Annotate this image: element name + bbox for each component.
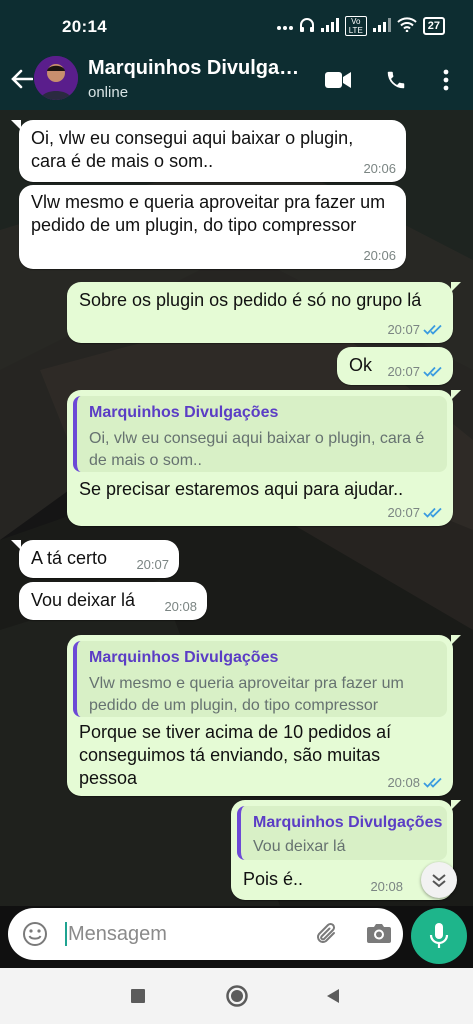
message-time: 20:07 [387,505,420,520]
double-check-icon [423,507,442,518]
message-time: 20:07 [387,322,420,337]
video-call-button[interactable] [322,64,354,96]
square-icon [131,989,145,1003]
video-camera-icon [325,72,351,88]
message-text: Porque se tiver acima de 10 pedidos aí c… [79,722,392,788]
quoted-sender: Marquinhos Divulgações [89,404,279,421]
message-meta: 20:08 [370,879,403,894]
contact-status: online [88,84,129,101]
recents-button[interactable] [125,983,151,1009]
text-cursor [65,922,67,946]
message-time: 20:08 [164,599,197,614]
contact-avatar[interactable] [34,56,78,100]
microphone-icon [429,923,449,948]
contact-name[interactable]: Marquinhos Divulgações [88,57,303,80]
double-check-icon [423,366,442,377]
message-text: Ok [349,355,373,375]
message-bubble-incoming[interactable]: A tá certo 20:07 [11,540,179,578]
quoted-text: Vou deixar lá [253,838,346,855]
message-time: 20:08 [387,775,420,790]
message-text: Pois é.. [243,869,304,889]
wifi-icon [397,17,417,35]
voice-call-button[interactable] [380,64,412,96]
quoted-message[interactable]: Marquinhos Divulgações Oi, vlw eu conseg… [73,396,447,472]
message-text: Sobre os plugin os pedido é só no grupo … [79,290,422,310]
message-bubble-outgoing[interactable]: Marquinhos Divulgações Oi, vlw eu conseg… [67,390,461,526]
paperclip-icon [317,922,336,943]
message-time: 20:06 [363,161,396,176]
message-text: Vou deixar lá [31,590,136,610]
scroll-to-bottom-button[interactable] [421,862,457,898]
message-text: Oi, vlw eu consegui aqui baixar o plugin… [31,128,354,171]
status-icons: Vo LTE 27 [276,16,445,36]
message-compose-field[interactable] [8,908,403,960]
volte-icon: Vo LTE [344,16,367,36]
message-time: 20:07 [387,364,420,379]
message-meta: 20:07 [136,557,169,572]
message-bubble-outgoing[interactable]: Sobre os plugin os pedido é só no grupo … [67,282,461,343]
message-bubble-incoming[interactable]: Vlw mesmo e queria aproveitar pra fazer … [19,185,406,269]
back-nav-button[interactable] [320,983,346,1009]
message-input-bar [0,906,473,968]
message-text: A tá certo [31,548,108,568]
message-time: 20:07 [136,557,169,572]
battery-indicator: 27 [422,17,445,35]
arrow-left-icon [11,69,33,89]
message-time: 20:08 [370,879,403,894]
quoted-message[interactable]: Marquinhos Divulgações Vou deixar lá [237,806,447,860]
status-bar: 20:14 Vo LTE 27 [0,0,473,52]
message-meta: 20:07 [387,505,443,520]
double-chevron-down-icon [432,874,446,888]
message-text: Se precisar estaremos aqui para ajudar.. [79,479,404,499]
camera-button[interactable] [366,921,392,947]
emoji-button[interactable] [22,921,48,947]
attach-button[interactable] [314,921,340,947]
message-bubble-outgoing[interactable]: Ok 20:07 [337,347,453,385]
double-check-icon [423,777,442,788]
message-meta: 20:06 [363,161,396,176]
phone-icon [387,71,405,89]
more-dots-icon [276,19,293,34]
quoted-text: Vlw mesmo e queria aproveitar pra fazer … [89,675,404,714]
status-time: 20:14 [62,17,107,36]
message-bubble-incoming[interactable]: Oi, vlw eu consegui aqui baixar o plugin… [11,120,406,182]
message-bubble-incoming[interactable]: Vou deixar lá 20:08 [19,582,207,620]
quoted-text: Oi, vlw eu consegui aqui baixar o plugin… [89,430,425,469]
camera-icon [367,924,391,943]
double-check-icon [423,324,442,335]
message-input[interactable] [68,919,298,949]
message-text: Vlw mesmo e queria aproveitar pra fazer … [31,192,386,235]
chat-header: Marquinhos Divulgações online [0,52,473,110]
more-options-button[interactable] [430,64,462,96]
message-meta: 20:08 [387,775,443,790]
message-meta: 20:07 [387,322,443,337]
triangle-back-icon [327,989,339,1003]
voice-record-button[interactable] [411,908,467,964]
signal-icon [320,17,339,35]
message-meta: 20:06 [363,248,396,263]
system-navigation-bar [0,968,473,1024]
chat-area[interactable]: Oi, vlw eu consegui aqui baixar o plugin… [0,110,473,906]
quoted-sender: Marquinhos Divulgações [89,649,279,666]
quoted-sender: Marquinhos Divulgações [253,814,443,831]
message-bubble-outgoing[interactable]: Marquinhos Divulgações Vou deixar lá Poi… [231,800,461,900]
emoji-icon [23,922,47,946]
more-vertical-icon [443,69,449,91]
circle-icon [226,985,248,1007]
headset-icon [299,17,315,36]
signal-icon [372,17,391,35]
home-button[interactable] [224,983,250,1009]
message-bubble-outgoing[interactable]: Marquinhos Divulgações Vlw mesmo e queri… [67,635,461,796]
message-time: 20:06 [363,248,396,263]
message-meta: 20:07 [387,364,443,379]
quoted-message[interactable]: Marquinhos Divulgações Vlw mesmo e queri… [73,641,447,717]
message-meta: 20:08 [164,599,197,614]
